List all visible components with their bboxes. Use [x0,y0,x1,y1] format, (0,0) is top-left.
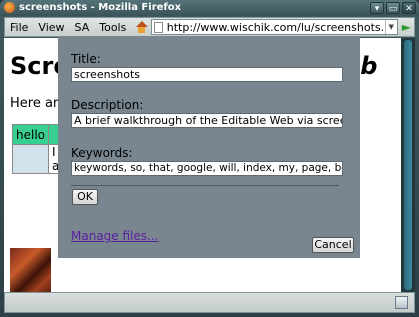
close-button[interactable]: ✕ [402,2,416,14]
title-field[interactable]: screenshots [71,67,343,82]
keywords-field[interactable]: keywords, so, that, google, will, index,… [71,161,343,176]
url-text[interactable]: http://www.wischik.com/lu/screenshots.ht… [167,21,385,34]
table-cell [13,145,48,173]
home-icon[interactable] [135,21,149,33]
description-field[interactable]: A brief walkthrough of the Editable Web … [71,113,343,128]
table-cell: hello [13,125,48,144]
url-dropdown-icon[interactable]: ▼ [384,20,397,34]
title-label: Title: [71,52,101,66]
status-icon[interactable] [395,296,408,309]
maximize-button[interactable]: ▭ [386,2,400,14]
edit-page-dialog: Title: screenshots Description: A brief … [58,36,360,258]
menu-sa[interactable]: SA [70,21,95,34]
page-icon [153,21,163,33]
status-bar [4,292,415,313]
vertical-scrollbar[interactable] [401,38,415,292]
minimize-button[interactable]: ▾ [370,2,384,14]
description-label: Description: [71,98,144,112]
manage-files-link[interactable]: Manage files... [71,229,158,243]
thumbnail-image [10,248,51,292]
browser-window: screenshots - Mozilla Firefox ▾ ▭ ✕ File… [0,0,419,317]
address-bar[interactable]: http://www.wischik.com/lu/screenshots.ht… [150,19,398,35]
ok-button[interactable]: OK [72,189,98,205]
window-controls: ▾ ▭ ✕ [370,2,416,14]
keywords-label: Keywords: [71,146,133,160]
go-button[interactable]: ► [402,20,414,34]
menu-view[interactable]: View [33,21,69,34]
menu-bar: File View SA Tools http://www.wischik.co… [4,17,415,37]
dialog-separator [71,185,339,186]
cancel-button[interactable]: Cancel [312,237,354,253]
window-title: screenshots - Mozilla Firefox [19,2,182,13]
menu-tools[interactable]: Tools [94,21,131,34]
menu-file[interactable]: File [5,21,33,34]
firefox-icon [4,2,15,13]
scrollbar-thumb[interactable] [404,40,412,290]
title-bar[interactable]: screenshots - Mozilla Firefox ▾ ▭ ✕ [0,0,419,16]
